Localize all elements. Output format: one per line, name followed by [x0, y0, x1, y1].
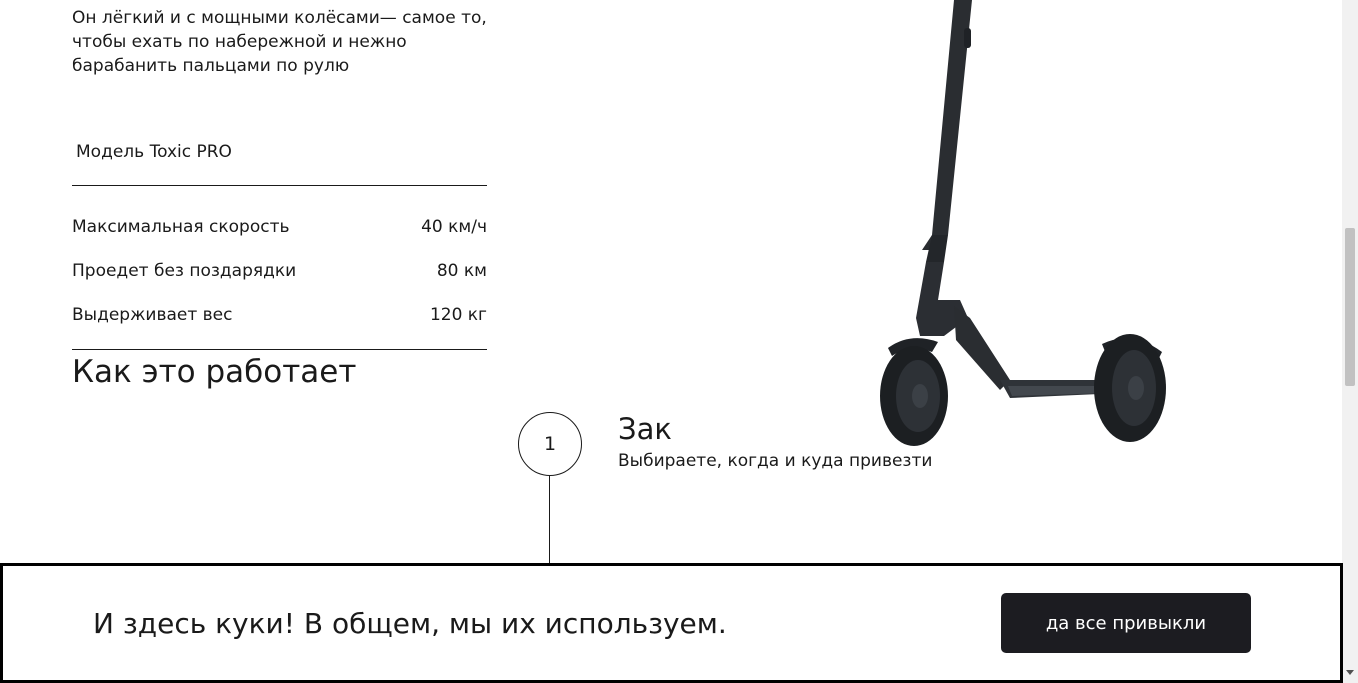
product-description: Он лёгкий и с мощными колёсами— самое то… [72, 8, 487, 76]
scooter-image [880, 0, 1166, 446]
step-title: Зак [618, 412, 672, 446]
specs-top-divider [72, 185, 487, 186]
accept-cookies-button[interactable]: да все привыкли [1001, 593, 1251, 653]
step-connector-line [549, 476, 550, 566]
spec-label: Проедет без поздарядки [72, 261, 297, 281]
spec-row: Проедет без поздарядки 80 км [72, 259, 487, 283]
scroll-down-arrow-icon[interactable] [1346, 670, 1354, 675]
specs-bottom-divider [72, 349, 487, 350]
page-scrollbar[interactable] [1342, 0, 1358, 683]
spec-label: Выдерживает вес [72, 305, 233, 325]
spec-value: 120 кг [429, 305, 487, 325]
cookie-banner: И здесь куки! В общем, мы их используем.… [0, 563, 1343, 683]
how-it-works-title: Как это работает [72, 354, 357, 390]
spec-value: 80 км [436, 261, 487, 281]
step-description: Выбираете, когда и куда привезти [618, 451, 933, 471]
spec-value: 40 км/ч [421, 217, 487, 237]
cookie-banner-text: И здесь куки! В общем, мы их используем. [93, 607, 727, 640]
step-number: 1 [543, 433, 557, 455]
model-title: Модель Toxic PRO [76, 142, 232, 162]
spec-row: Выдерживает вес 120 кг [72, 303, 487, 327]
page: Он лёгкий и с мощными колёсами— самое то… [0, 0, 1358, 683]
step-number-badge: 1 [518, 412, 582, 476]
spec-row: Максимальная скорость 40 км/ч [72, 215, 487, 239]
scrollbar-thumb[interactable] [1345, 228, 1355, 386]
spec-label: Максимальная скорость [72, 217, 290, 237]
